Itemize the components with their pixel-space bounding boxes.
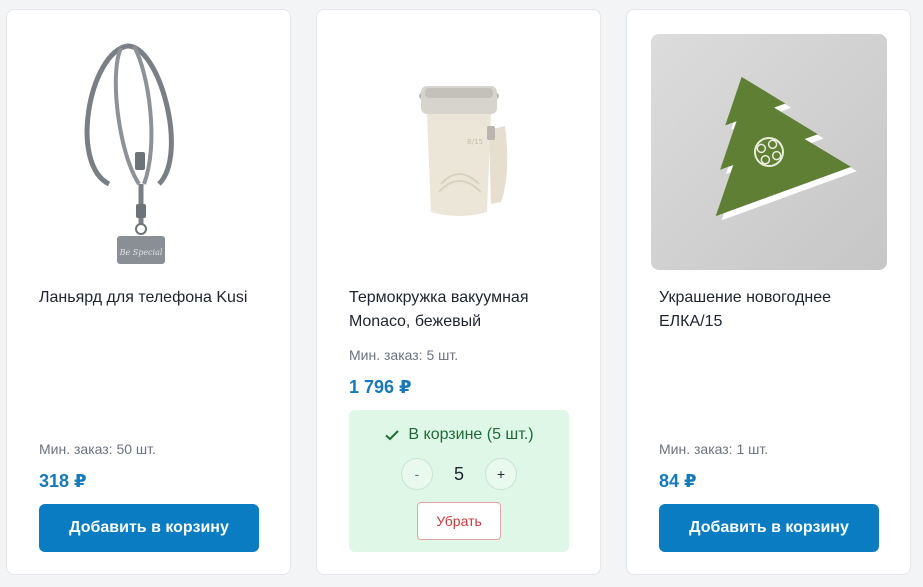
svg-text:Be Special: Be Special <box>119 248 163 257</box>
in-cart-panel: В корзине (5 шт.) - 5 + Убрать <box>349 410 569 552</box>
check-icon <box>385 430 400 441</box>
product-grid: Be Special Ланьярд для телефона Kusi Мин… <box>0 0 923 587</box>
product-image[interactable]: Be Special <box>31 34 267 270</box>
product-title[interactable]: Термокружка вакуумная Monaco, бежевый <box>349 286 579 334</box>
in-cart-status: В корзине (5 шт.) <box>349 426 569 444</box>
increase-button[interactable]: + <box>484 458 517 490</box>
product-price: 84 ₽ <box>659 471 697 491</box>
quantity-value[interactable]: 5 <box>454 464 464 485</box>
product-image[interactable]: B/15 <box>341 34 577 270</box>
product-price: 1 796 ₽ <box>349 377 412 397</box>
remove-from-cart-button[interactable]: Убрать <box>417 502 501 540</box>
product-title[interactable]: Ланьярд для телефона Kusi <box>39 286 269 310</box>
min-order-label: Мин. заказ: 5 шт. <box>349 347 459 363</box>
thermo-mug-image: B/15 <box>419 86 508 216</box>
decrease-button[interactable]: - <box>401 458 433 490</box>
product-card[interactable]: Украшение новогоднее ЕЛКА/15 Мин. заказ:… <box>626 9 911 575</box>
quantity-stepper: - 5 + <box>401 458 517 490</box>
add-to-cart-button[interactable]: Добавить в корзину <box>39 504 259 552</box>
product-card[interactable]: B/15 Термокружка вакуумная Monaco, бежев… <box>316 9 601 575</box>
product-title[interactable]: Украшение новогоднее ЕЛКА/15 <box>659 286 889 334</box>
product-price: 318 ₽ <box>39 471 87 491</box>
product-card[interactable]: Be Special Ланьярд для телефона Kusi Мин… <box>6 9 291 575</box>
in-cart-label: В корзине (5 шт.) <box>408 426 534 443</box>
christmas-tree-ornament-image <box>715 76 857 221</box>
svg-text:B/15: B/15 <box>467 138 483 146</box>
product-image[interactable] <box>651 34 887 270</box>
min-order-label: Мин. заказ: 1 шт. <box>659 441 769 457</box>
add-to-cart-button[interactable]: Добавить в корзину <box>659 504 879 552</box>
min-order-label: Мин. заказ: 50 шт. <box>39 441 156 457</box>
phone-lanyard-image: Be Special <box>84 43 174 264</box>
